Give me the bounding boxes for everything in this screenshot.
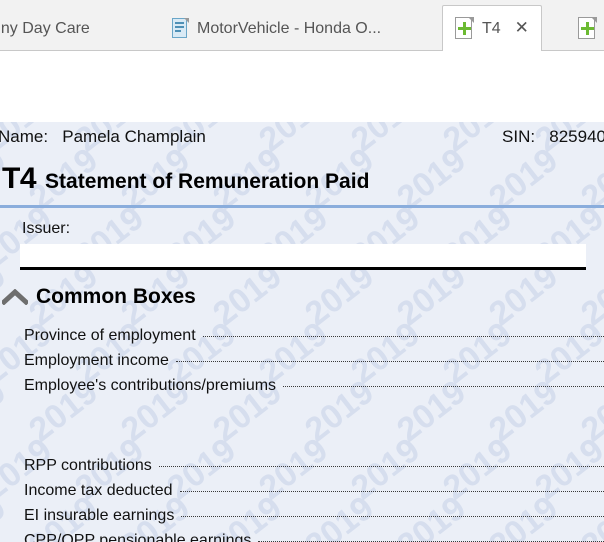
field-label: Income tax deducted	[24, 482, 173, 499]
field-leader-dots	[283, 386, 604, 387]
common-boxes-section-header[interactable]: Common Boxes	[2, 285, 196, 309]
issuer-label: Issuer:	[22, 220, 71, 237]
field-leader-dots	[175, 361, 604, 362]
field-leader-dots	[181, 516, 604, 517]
tab-label: MotorVehicle - Honda O...	[197, 19, 382, 37]
field-leader-dots	[202, 336, 604, 337]
form-code: T4	[2, 162, 37, 195]
field-label: RPP contributions	[24, 457, 152, 474]
new-document-icon	[578, 17, 597, 40]
document-icon	[172, 18, 189, 39]
taxpayer-header: Name: Pamela Champlain SIN: 825940	[0, 122, 604, 154]
tab-label: nny Day Care	[0, 19, 90, 37]
close-icon[interactable]: ✕	[515, 20, 529, 37]
field-label: EI insurable earnings	[24, 507, 175, 524]
tab-motorvehicle-honda[interactable]: MotorVehicle - Honda O...	[160, 6, 393, 51]
taxpayer-sin: SIN: 825940	[502, 127, 604, 147]
tab-t4-next[interactable]: T	[566, 6, 604, 51]
field-row[interactable]: EI insurable earnings	[0, 507, 604, 532]
title-divider	[0, 205, 604, 208]
page-title: Statement of Remuneration Paid	[45, 170, 370, 193]
tab-strip: nny Day Care MotorVehicle - Honda O... T…	[0, 0, 604, 51]
name-label: Name:	[0, 127, 49, 146]
issuer-input[interactable]	[20, 244, 586, 270]
field-label: Province of employment	[24, 327, 196, 344]
field-label: Employee's contributions/premiums	[24, 377, 277, 394]
field-group-separator	[0, 402, 604, 457]
field-row[interactable]: RPP contributions	[0, 457, 604, 482]
tab-sunny-day-care[interactable]: nny Day Care	[0, 6, 102, 51]
field-label: CPP/QPP pensionable earnings	[24, 532, 252, 542]
field-row[interactable]: Employment income	[0, 352, 604, 377]
form-title-row: T4 Statement of Remuneration Paid	[0, 162, 604, 196]
field-row[interactable]: Province of employment	[0, 327, 604, 352]
field-row[interactable]: Employee's contributions/premiums	[0, 377, 604, 402]
field-leader-dots	[179, 491, 604, 492]
new-document-icon	[455, 17, 474, 40]
name-value: Pamela Champlain	[62, 127, 206, 146]
navigation-toolbar: (new) Create a new T4	[0, 51, 604, 164]
chevron-up-icon[interactable]	[2, 289, 28, 305]
common-boxes-field-list: Province of employment Employment income E…	[0, 327, 604, 542]
field-row[interactable]: Income tax deducted	[0, 482, 604, 507]
field-leader-dots	[158, 466, 604, 467]
t4-form-body: 2019 2019 2019 2019 2019 2019 2019 2019 2019 2019…	[0, 122, 604, 542]
application-window: nny Day Care MotorVehicle - Honda O... T…	[0, 0, 604, 542]
tab-t4[interactable]: T4 ✕	[442, 5, 542, 51]
taxpayer-name: Name: Pamela Champlain	[0, 127, 206, 147]
tab-label: T4	[482, 19, 501, 37]
sin-value: 825940	[549, 127, 604, 146]
field-label: Employment income	[24, 352, 169, 369]
field-row[interactable]: CPP/QPP pensionable earnings	[0, 532, 604, 542]
section-title: Common Boxes	[36, 285, 196, 308]
sin-label: SIN:	[502, 127, 536, 146]
